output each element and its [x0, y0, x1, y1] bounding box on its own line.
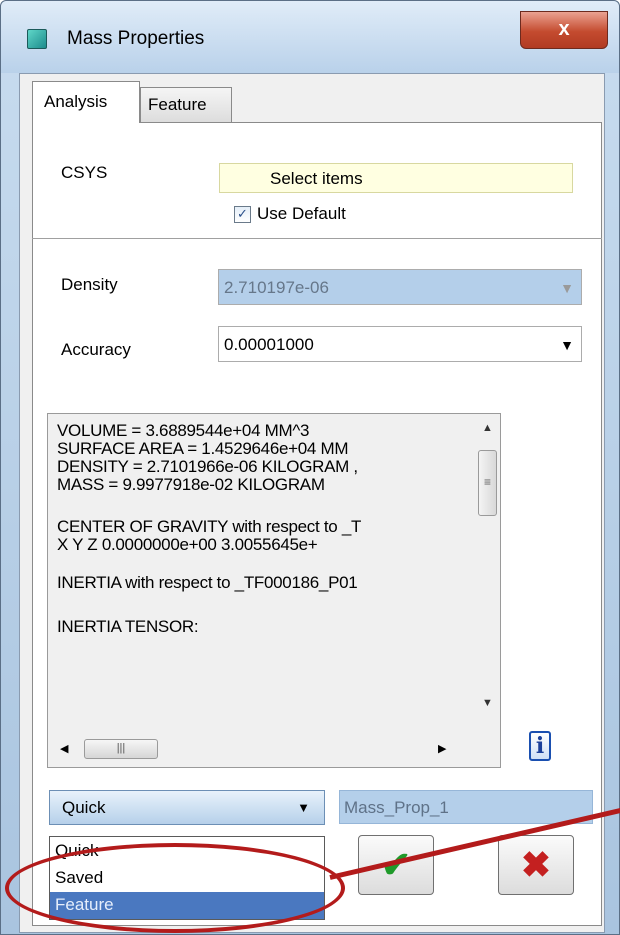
analysis-type-value: Quick [62, 798, 106, 817]
chevron-down-icon[interactable]: ▼ [560, 280, 574, 296]
window-title: Mass Properties [67, 28, 205, 49]
vertical-scroll-thumb[interactable]: ≡ [478, 450, 497, 516]
cancel-button[interactable]: ✖ [498, 835, 574, 895]
density-value: 2.710197e-06 [224, 278, 329, 297]
scroll-right-arrow-icon[interactable]: ▶ [438, 742, 446, 755]
title-bar: Mass Properties x [1, 1, 619, 73]
section-divider [32, 238, 602, 239]
results-line: INERTIA TENSOR: [57, 617, 199, 636]
accuracy-value: 0.00001000 [224, 335, 314, 354]
use-default-checkbox[interactable]: ✓ [234, 206, 251, 223]
csys-label: CSYS [61, 163, 108, 182]
use-default-label[interactable]: Use Default [257, 204, 346, 224]
density-label: Density [61, 275, 118, 294]
results-line: INERTIA with respect to _TF000186_P01 [57, 573, 358, 592]
dialog-client-area: Analysis Feature CSYS Select items ✓ Use… [19, 73, 605, 933]
horizontal-scroll-thumb[interactable]: ||| [84, 739, 158, 759]
results-text-area[interactable]: VOLUME = 3.6889544e+04 MM^3 SURFACE AREA… [47, 413, 501, 768]
csys-collector[interactable]: Select items [219, 163, 573, 193]
vertical-scrollbar[interactable]: ▲ ≡ ▼ [476, 414, 500, 732]
scroll-down-arrow-icon[interactable]: ▼ [482, 697, 493, 709]
info-icon[interactable]: i [529, 731, 551, 761]
mass-properties-dialog: Mass Properties x Analysis Feature CSYS … [0, 0, 620, 935]
horizontal-scrollbar[interactable]: ◀ ||| ▶ [48, 733, 478, 767]
x-icon: ✖ [520, 844, 552, 885]
annotation-ellipse [5, 843, 345, 933]
chevron-down-icon[interactable]: ▼ [560, 337, 574, 353]
density-field[interactable]: 2.710197e-06 ▼ [218, 269, 582, 305]
results-line: X Y Z 0.0000000e+00 3.0055645e+ [57, 535, 318, 554]
results-line: CENTER OF GRAVITY with respect to _T [57, 517, 362, 536]
analysis-panel: CSYS Select items ✓ Use Default Density … [32, 122, 602, 926]
results-line: VOLUME = 3.6889544e+04 MM^3 [57, 421, 310, 440]
results-line: DENSITY = 2.7101966e-06 KILOGRAM , [57, 457, 358, 476]
scroll-left-arrow-icon[interactable]: ◀ [60, 742, 68, 755]
app-icon [27, 29, 47, 49]
chevron-down-icon[interactable]: ▼ [297, 800, 310, 815]
accuracy-select[interactable]: 0.00001000 ▼ [218, 326, 582, 362]
results-line: SURFACE AREA = 1.4529646e+04 MM [57, 439, 349, 458]
tab-feature[interactable]: Feature [140, 87, 232, 123]
accuracy-label: Accuracy [61, 340, 131, 359]
analysis-type-select[interactable]: Quick ▼ [49, 790, 325, 825]
scroll-up-arrow-icon[interactable]: ▲ [482, 422, 493, 434]
tab-analysis[interactable]: Analysis [32, 81, 140, 123]
analysis-name-field[interactable]: Mass_Prop_1 [339, 790, 593, 824]
close-button[interactable]: x [520, 11, 608, 49]
results-line: MASS = 9.9977918e-02 KILOGRAM [57, 475, 325, 494]
